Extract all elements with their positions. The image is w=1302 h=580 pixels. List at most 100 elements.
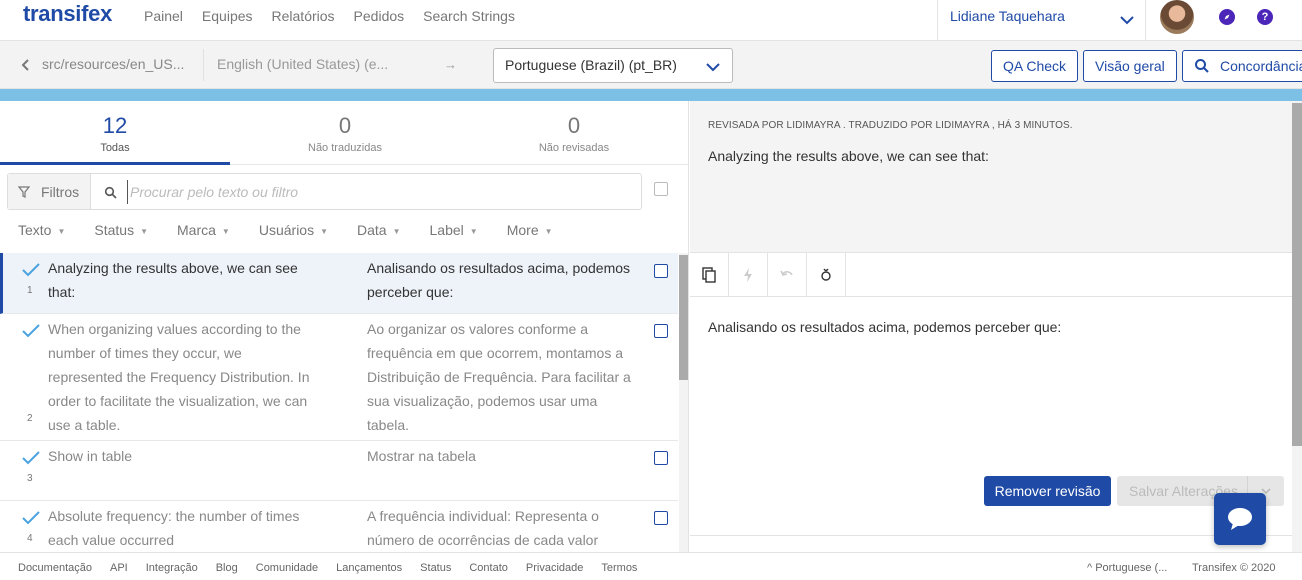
target-language-select[interactable]: Portuguese (Brazil) (pt_BR) [493, 48, 733, 83]
string-row[interactable]: 3 Show in table Mostrar na tabela [0, 441, 678, 501]
translation-string: Ao organizar os valores conforme a frequ… [367, 321, 631, 433]
translation-editor-toolbar [690, 253, 1292, 297]
arrow-right-icon: → [444, 57, 457, 72]
concordance-button[interactable]: Concordância [1182, 50, 1302, 82]
nav-link-teams[interactable]: Equipes [202, 8, 253, 24]
back-chevron-icon[interactable] [20, 57, 30, 73]
footer-link-terms[interactable]: Termos [601, 562, 637, 574]
translation-text[interactable]: Analisando os resultados acima, podemos … [708, 319, 1061, 335]
nav-link-orders[interactable]: Pedidos [354, 8, 405, 24]
source-string: Analyzing the results above, we can see … [48, 260, 298, 300]
scrollbar-thumb[interactable] [679, 255, 688, 380]
string-row[interactable]: 1 Analyzing the results above, we can se… [0, 253, 678, 314]
footer-link-contact[interactable]: Contato [469, 562, 508, 574]
facet-more[interactable]: More ▼ [507, 222, 553, 238]
list-scrollbar[interactable] [679, 253, 688, 552]
caret-down-icon: ▼ [57, 226, 66, 236]
footer-link-status[interactable]: Status [420, 562, 451, 574]
remove-review-button[interactable]: Remover revisão [984, 476, 1111, 506]
copy-source-button[interactable] [690, 253, 729, 297]
translation-string: Mostrar na tabela [367, 448, 476, 464]
filters-label: Filtros [41, 184, 80, 200]
stat-label: Não traduzidas [308, 142, 382, 154]
caret-down-icon: ▼ [544, 226, 553, 236]
detail-scrollbar[interactable] [1292, 101, 1302, 552]
footer-link-community[interactable]: Comunidade [256, 562, 318, 574]
facet-text[interactable]: Texto ▼ [18, 222, 65, 238]
chevron-down-icon [706, 63, 720, 72]
facet-label: Status [94, 222, 135, 238]
nav-link-reports[interactable]: Relatórios [272, 8, 335, 24]
editor-toolbar-bar: src/resources/en_US... English (United S… [0, 41, 1302, 89]
footer-link-docs[interactable]: Documentação [18, 562, 92, 574]
select-all-checkbox[interactable] [654, 182, 668, 196]
row-checkbox[interactable] [654, 264, 668, 278]
auto-translate-button[interactable] [729, 253, 768, 297]
copyright: Transifex © 2020 [1192, 562, 1276, 574]
compass-icon[interactable] [1219, 9, 1235, 25]
caret-down-icon: ▼ [469, 226, 478, 236]
copy-icon [702, 267, 716, 283]
source-string: Absolute frequency: the number of times … [48, 508, 300, 548]
row-checkbox[interactable] [654, 511, 668, 525]
nav-link-panel[interactable]: Painel [144, 8, 183, 24]
scrollbar-thumb[interactable] [1292, 103, 1302, 446]
nav-link-search-strings[interactable]: Search Strings [423, 8, 515, 24]
facet-tag[interactable]: Marca ▼ [177, 222, 230, 238]
footer-link-blog[interactable]: Blog [216, 562, 238, 574]
top-navigation: transifex Painel Equipes Relatórios Pedi… [0, 0, 1302, 41]
reviewed-check-icon [22, 451, 40, 465]
tab-untranslated[interactable]: 0 Não traduzidas [230, 113, 460, 154]
string-row[interactable]: 2 When organizing values according to th… [0, 314, 678, 441]
facet-users[interactable]: Usuários ▼ [259, 222, 328, 238]
footer-link-api[interactable]: API [110, 562, 128, 574]
divider [690, 535, 1292, 536]
special-characters-button[interactable] [807, 253, 846, 297]
undo-button[interactable] [768, 253, 807, 297]
divider [203, 49, 204, 81]
resource-path[interactable]: src/resources/en_US... [42, 56, 184, 72]
stat-count: 0 [567, 113, 581, 138]
strings-panel: 12 Todas 0 Não traduzidas 0 Não revisada… [0, 101, 689, 552]
progress-bar [0, 89, 1302, 101]
stat-count: 0 [338, 113, 352, 138]
chat-button[interactable] [1214, 493, 1266, 545]
overview-button[interactable]: Visão geral [1083, 50, 1177, 82]
footer-link-integration[interactable]: Integração [146, 562, 198, 574]
qa-check-button[interactable]: QA Check [991, 50, 1079, 82]
user-menu[interactable]: Lidiane Taquehara [937, 0, 1146, 41]
chevron-down-icon [1120, 16, 1134, 25]
facet-date[interactable]: Data ▼ [357, 222, 401, 238]
row-checkbox[interactable] [654, 451, 668, 465]
lightning-icon [744, 268, 752, 282]
target-language-label: Portuguese (Brazil) (pt_BR) [505, 57, 677, 73]
reviewed-check-icon [22, 511, 40, 525]
language-selector[interactable]: ^ Portuguese (... [1087, 562, 1167, 574]
caret-down-icon: ▼ [320, 226, 329, 236]
filters-button[interactable]: Filtros [8, 174, 91, 209]
facet-label: More [506, 222, 539, 238]
source-area: REVISADA POR LIDIMAYRA . TRADUZIDO POR L… [690, 101, 1292, 253]
row-checkbox[interactable] [654, 324, 668, 338]
tab-all[interactable]: 12 Todas [0, 113, 230, 154]
footer-links: Documentação API Integração Blog Comunid… [18, 562, 655, 574]
help-icon[interactable]: ? [1257, 9, 1273, 25]
facet-label: Data [357, 222, 387, 238]
facet-status[interactable]: Status ▼ [94, 222, 148, 238]
footer-link-releases[interactable]: Lançamentos [336, 562, 402, 574]
facet-label-filter[interactable]: Label ▼ [430, 222, 478, 238]
facet-label: Label [429, 222, 464, 238]
avatar[interactable] [1160, 0, 1194, 34]
concordance-label: Concordância [1220, 58, 1302, 74]
facet-label: Marca [177, 222, 216, 238]
transifex-logo[interactable]: transifex [23, 1, 112, 27]
main-nav-links: Painel Equipes Relatórios Pedidos Search… [144, 8, 534, 24]
footer-link-privacy[interactable]: Privacidade [526, 562, 583, 574]
search-icon [1195, 59, 1209, 73]
string-row[interactable]: 4 Absolute frequency: the number of time… [0, 501, 678, 552]
tab-unreviewed[interactable]: 0 Não revisadas [459, 113, 688, 154]
string-detail-panel: REVISADA POR LIDIMAYRA . TRADUZIDO POR L… [690, 101, 1302, 552]
facet-label: Usuários [258, 222, 315, 238]
search-input[interactable] [127, 180, 632, 204]
source-text: Analyzing the results above, we can see … [708, 148, 989, 164]
